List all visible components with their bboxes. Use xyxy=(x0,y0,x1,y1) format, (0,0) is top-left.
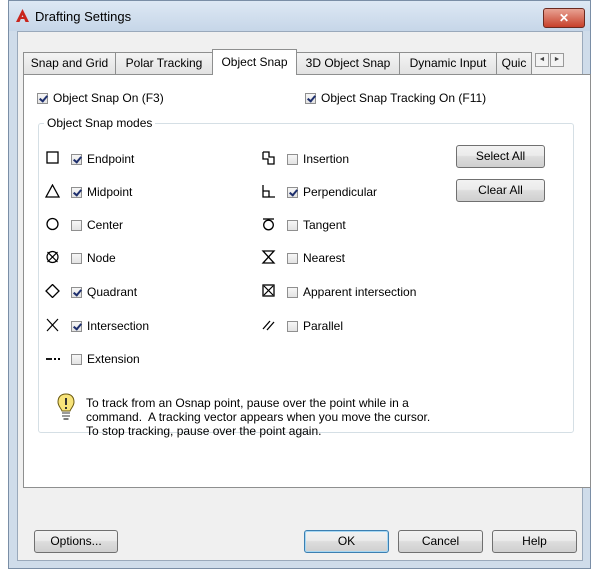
tab-scroll-left-button[interactable]: ◄ xyxy=(535,53,549,67)
insertion-icon xyxy=(262,151,275,165)
midpoint-label: Midpoint xyxy=(87,185,133,199)
midpoint-triangle-icon xyxy=(45,184,61,198)
osnap-on-label: Object Snap On (F3) xyxy=(53,91,164,105)
intersection-x-icon xyxy=(46,318,59,332)
insertion-checkbox[interactable] xyxy=(287,153,298,165)
center-label: Center xyxy=(87,218,124,232)
apparent-intersection-option[interactable]: Apparent intersection xyxy=(287,284,416,300)
tangent-option[interactable]: Tangent xyxy=(287,217,346,233)
parallel-checkbox[interactable] xyxy=(287,320,298,332)
osnap-modes-groupbox xyxy=(38,123,574,433)
tab-scroll-right-button[interactable]: ► xyxy=(550,53,564,67)
endpoint-square-icon xyxy=(46,151,59,164)
center-circle-icon xyxy=(46,217,59,231)
osnap-on-option[interactable]: Object Snap On (F3) xyxy=(37,90,164,106)
perpendicular-label: Perpendicular xyxy=(303,185,378,199)
insertion-label: Insertion xyxy=(303,152,350,166)
window-title: Drafting Settings xyxy=(35,9,132,24)
tracking-info-text: To track from an Osnap point, pause over… xyxy=(86,396,431,438)
help-button[interactable]: Help xyxy=(492,530,577,553)
apparent-intersection-icon xyxy=(262,284,275,297)
lightbulb-tip-icon xyxy=(57,393,75,420)
quadrant-diamond-icon xyxy=(45,284,60,298)
midpoint-option[interactable]: Midpoint xyxy=(71,184,132,200)
quadrant-option[interactable]: Quadrant xyxy=(71,284,137,300)
osnap-on-checkbox[interactable] xyxy=(37,92,48,104)
tab-strip: Snap and Grid Polar Tracking Object Snap… xyxy=(23,49,591,75)
dialog-client-area: Snap and Grid Polar Tracking Object Snap… xyxy=(17,31,591,561)
close-button[interactable]: ✕ xyxy=(543,8,585,28)
perpendicular-icon xyxy=(262,185,275,198)
tracking-on-label: Object Snap Tracking On (F11) xyxy=(321,91,487,105)
node-label: Node xyxy=(87,251,116,265)
tab-quick-properties[interactable]: Quic xyxy=(496,52,532,74)
extension-option[interactable]: Extension xyxy=(71,351,140,367)
perpendicular-option[interactable]: Perpendicular xyxy=(287,184,377,200)
endpoint-label: Endpoint xyxy=(87,152,135,166)
intersection-option[interactable]: Intersection xyxy=(71,318,149,334)
osnap-modes-label: Object Snap modes xyxy=(44,116,156,130)
perpendicular-checkbox[interactable] xyxy=(287,186,298,198)
options-button[interactable]: Options... xyxy=(34,530,118,553)
center-option[interactable]: Center xyxy=(71,217,123,233)
midpoint-checkbox[interactable] xyxy=(71,186,82,198)
endpoint-checkbox[interactable] xyxy=(71,153,82,165)
extension-dash-icon xyxy=(46,358,60,360)
drafting-settings-dialog: Drafting Settings ✕ Snap and Grid Polar … xyxy=(8,0,591,569)
nearest-checkbox[interactable] xyxy=(287,252,298,264)
tab-3d-object-snap[interactable]: 3D Object Snap xyxy=(296,52,400,74)
autocad-app-icon xyxy=(16,9,29,22)
insertion-option[interactable]: Insertion xyxy=(287,151,349,167)
tab-object-snap[interactable]: Object Snap xyxy=(212,49,297,75)
node-icon xyxy=(46,250,59,264)
ok-button[interactable]: OK xyxy=(304,530,389,553)
quadrant-label: Quadrant xyxy=(87,285,138,299)
parallel-option[interactable]: Parallel xyxy=(287,318,343,334)
tab-dynamic-input[interactable]: Dynamic Input xyxy=(399,52,497,74)
node-checkbox[interactable] xyxy=(71,252,82,264)
apparent-intersection-checkbox[interactable] xyxy=(287,286,298,298)
nearest-label: Nearest xyxy=(303,251,346,265)
clear-all-button[interactable]: Clear All xyxy=(456,179,545,202)
tangent-icon xyxy=(263,218,274,231)
tangent-label: Tangent xyxy=(303,218,346,232)
nearest-option[interactable]: Nearest xyxy=(287,250,345,266)
extension-checkbox[interactable] xyxy=(71,353,82,365)
parallel-label: Parallel xyxy=(303,319,344,333)
parallel-icon xyxy=(262,320,275,331)
intersection-label: Intersection xyxy=(87,319,150,333)
tab-snap-and-grid[interactable]: Snap and Grid xyxy=(23,52,116,74)
node-option[interactable]: Node xyxy=(71,250,116,266)
tab-polar-tracking[interactable]: Polar Tracking xyxy=(115,52,213,74)
center-checkbox[interactable] xyxy=(71,219,82,231)
title-bar[interactable]: Drafting Settings ✕ xyxy=(9,1,590,31)
select-all-button[interactable]: Select All xyxy=(456,145,545,168)
tracking-on-checkbox[interactable] xyxy=(305,92,316,104)
intersection-checkbox[interactable] xyxy=(71,320,82,332)
cancel-button[interactable]: Cancel xyxy=(398,530,483,553)
object-snap-panel: Object Snap On (F3) Object Snap Tracking… xyxy=(23,74,591,488)
apparent-intersection-label: Apparent intersection xyxy=(303,285,417,299)
extension-label: Extension xyxy=(87,352,140,366)
quadrant-checkbox[interactable] xyxy=(71,286,82,298)
tangent-checkbox[interactable] xyxy=(287,219,298,231)
nearest-hourglass-icon xyxy=(261,250,276,264)
endpoint-option[interactable]: Endpoint xyxy=(71,151,134,167)
tracking-on-option[interactable]: Object Snap Tracking On (F11) xyxy=(305,90,486,106)
